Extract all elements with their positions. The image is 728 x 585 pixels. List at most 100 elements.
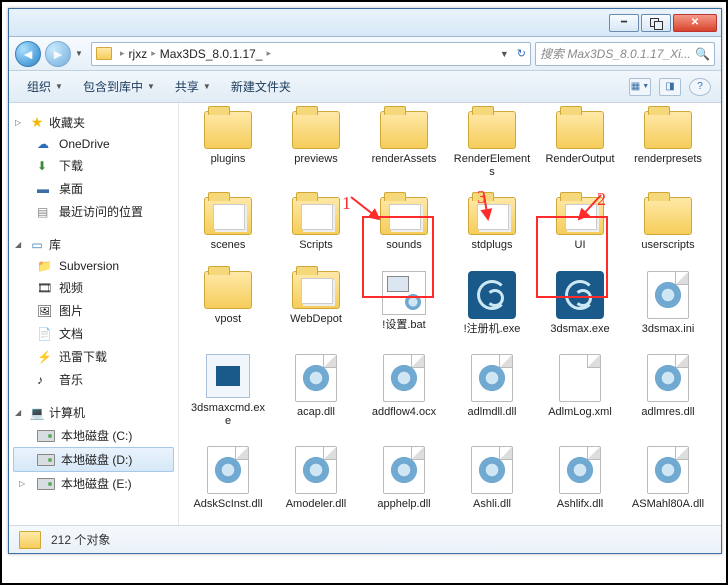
file-label: ASMahl80A.dll bbox=[632, 498, 704, 511]
include-menu[interactable]: 包含到库中▼ bbox=[75, 74, 163, 99]
sidebar-item-videos[interactable]: 🎞视频 bbox=[13, 276, 174, 299]
breadcrumb[interactable]: rjxz bbox=[129, 47, 148, 61]
sidebar-item-onedrive[interactable]: ☁OneDrive bbox=[13, 134, 174, 154]
file-label: 3dsmaxcmd.exe bbox=[189, 402, 267, 428]
sidebar-item-pictures[interactable]: 🖼图片 bbox=[13, 299, 174, 322]
toolbar: 组织▼ 包含到库中▼ 共享▼ 新建文件夹 ▦▼ ◨ ? bbox=[9, 71, 721, 103]
back-button[interactable]: ◄ bbox=[15, 41, 41, 67]
share-menu[interactable]: 共享▼ bbox=[167, 74, 219, 99]
folder-icon bbox=[96, 47, 112, 60]
preview-pane-button[interactable]: ◨ bbox=[659, 78, 681, 96]
file-label: Ashli.dll bbox=[473, 498, 511, 511]
sidebar-item-desktop[interactable]: ▬桌面 bbox=[13, 177, 174, 200]
file-item[interactable]: 3dsmax.ini bbox=[627, 267, 709, 340]
close-button[interactable] bbox=[673, 14, 717, 32]
file-label: previews bbox=[294, 153, 337, 166]
file-label: RenderOutput bbox=[545, 153, 614, 166]
file-label: sounds bbox=[386, 239, 421, 252]
sidebar-libraries[interactable]: ◢▭库 bbox=[13, 233, 174, 256]
file-label: acap.dll bbox=[297, 406, 335, 419]
view-button[interactable]: ▦▼ bbox=[629, 78, 651, 96]
file-item[interactable]: adlmdll.dll bbox=[451, 350, 533, 432]
file-label: AdlmLog.xml bbox=[548, 406, 612, 419]
address-bar[interactable]: ▸ rjxz ▸ Max3DS_8.0.1.17_ ▸ ▼ ↻ bbox=[91, 42, 531, 66]
maximize-button[interactable] bbox=[641, 14, 671, 32]
sidebar-favorites[interactable]: ▷★收藏夹 bbox=[13, 111, 174, 134]
file-label: renderAssets bbox=[372, 153, 437, 166]
file-label: stdplugs bbox=[472, 239, 513, 252]
help-button[interactable]: ? bbox=[689, 78, 711, 96]
file-item[interactable]: scenes bbox=[187, 193, 269, 256]
file-item[interactable]: WebDepot bbox=[275, 267, 357, 340]
file-label: 3dsmax.exe bbox=[550, 323, 609, 336]
file-item[interactable]: acap.dll bbox=[275, 350, 357, 432]
file-item[interactable]: userscripts bbox=[627, 193, 709, 256]
file-label: Ashlifx.dll bbox=[557, 498, 603, 511]
file-item[interactable]: 3dsmax.exe bbox=[539, 267, 621, 340]
file-label: scenes bbox=[211, 239, 246, 252]
file-item[interactable]: !设置.bat bbox=[363, 267, 445, 340]
file-label: AdskScInst.dll bbox=[193, 498, 262, 511]
sidebar-item-music[interactable]: ♪音乐 bbox=[13, 368, 174, 391]
file-item[interactable]: plugins bbox=[187, 107, 269, 183]
titlebar bbox=[9, 9, 721, 37]
file-label: Amodeler.dll bbox=[286, 498, 347, 511]
file-label: addflow4.ocx bbox=[372, 406, 436, 419]
file-label: !设置.bat bbox=[382, 319, 425, 332]
sidebar-item-thunder[interactable]: ⚡迅雷下载 bbox=[13, 345, 174, 368]
file-pane[interactable]: plugins previews renderAssets RenderElement… bbox=[179, 103, 721, 525]
file-item[interactable]: RenderElements bbox=[451, 107, 533, 183]
file-label: renderpresets bbox=[634, 153, 702, 166]
file-item[interactable]: ASMahl80A.dll bbox=[627, 442, 709, 515]
forward-button[interactable]: ► bbox=[45, 41, 71, 67]
search-input[interactable]: 搜索 Max3DS_8.0.1.17_Xi... 🔍 bbox=[535, 42, 715, 66]
minimize-button[interactable] bbox=[609, 14, 639, 32]
sidebar-item-recent[interactable]: ▤最近访问的位置 bbox=[13, 200, 174, 223]
file-item[interactable]: Ashlifx.dll bbox=[539, 442, 621, 515]
file-item[interactable]: adlmres.dll bbox=[627, 350, 709, 432]
file-item[interactable]: apphelp.dll bbox=[363, 442, 445, 515]
file-item[interactable]: RenderOutput bbox=[539, 107, 621, 183]
breadcrumb[interactable]: Max3DS_8.0.1.17_ bbox=[160, 47, 263, 61]
file-label: UI bbox=[575, 239, 586, 252]
file-label: userscripts bbox=[641, 239, 694, 252]
file-item[interactable]: renderpresets bbox=[627, 107, 709, 183]
file-label: adlmdll.dll bbox=[468, 406, 517, 419]
file-item[interactable]: !注册机.exe bbox=[451, 267, 533, 340]
sidebar-item-subversion[interactable]: 📁Subversion bbox=[13, 256, 174, 276]
search-icon: 🔍 bbox=[695, 47, 710, 61]
sidebar-computer[interactable]: ◢💻计算机 bbox=[13, 401, 174, 424]
file-item[interactable]: Ashli.dll bbox=[451, 442, 533, 515]
sidebar-item-drive-c[interactable]: 本地磁盘 (C:) bbox=[13, 424, 174, 447]
organize-menu[interactable]: 组织▼ bbox=[19, 74, 71, 99]
file-item[interactable]: addflow4.ocx bbox=[363, 350, 445, 432]
file-item[interactable]: previews bbox=[275, 107, 357, 183]
file-item[interactable]: renderAssets bbox=[363, 107, 445, 183]
sidebar-item-drive-e[interactable]: ▷本地磁盘 (E:) bbox=[13, 472, 174, 495]
file-item[interactable]: AdlmLog.xml bbox=[539, 350, 621, 432]
file-item[interactable]: vpost bbox=[187, 267, 269, 340]
file-item[interactable]: Scripts bbox=[275, 193, 357, 256]
file-label: apphelp.dll bbox=[377, 498, 430, 511]
file-item[interactable]: AdskScInst.dll bbox=[187, 442, 269, 515]
new-folder-button[interactable]: 新建文件夹 bbox=[223, 74, 299, 99]
sidebar: ▷★收藏夹 ☁OneDrive ⬇下载 ▬桌面 ▤最近访问的位置 ◢▭库 📁Su… bbox=[9, 103, 179, 525]
file-label: vpost bbox=[215, 313, 241, 326]
file-item[interactable]: 3dsmaxcmd.exe bbox=[187, 350, 269, 432]
sidebar-item-drive-d[interactable]: 本地磁盘 (D:) bbox=[13, 447, 174, 472]
file-label: 3dsmax.ini bbox=[642, 323, 695, 336]
file-item[interactable]: sounds bbox=[363, 193, 445, 256]
file-label: !注册机.exe bbox=[464, 323, 521, 336]
refresh-button[interactable]: ↻ bbox=[517, 47, 526, 60]
explorer-window: ◄ ► ▼ ▸ rjxz ▸ Max3DS_8.0.1.17_ ▸ ▼ ↻ 搜索… bbox=[8, 8, 722, 554]
file-label: RenderElements bbox=[453, 153, 531, 179]
sidebar-item-documents[interactable]: 📄文档 bbox=[13, 322, 174, 345]
file-label: adlmres.dll bbox=[641, 406, 694, 419]
address-dropdown[interactable]: ▼ bbox=[496, 49, 513, 59]
file-label: WebDepot bbox=[290, 313, 342, 326]
file-item[interactable]: stdplugs bbox=[451, 193, 533, 256]
file-item[interactable]: Amodeler.dll bbox=[275, 442, 357, 515]
file-item[interactable]: UI bbox=[539, 193, 621, 256]
sidebar-item-downloads[interactable]: ⬇下载 bbox=[13, 154, 174, 177]
history-dropdown[interactable]: ▼ bbox=[75, 49, 87, 58]
